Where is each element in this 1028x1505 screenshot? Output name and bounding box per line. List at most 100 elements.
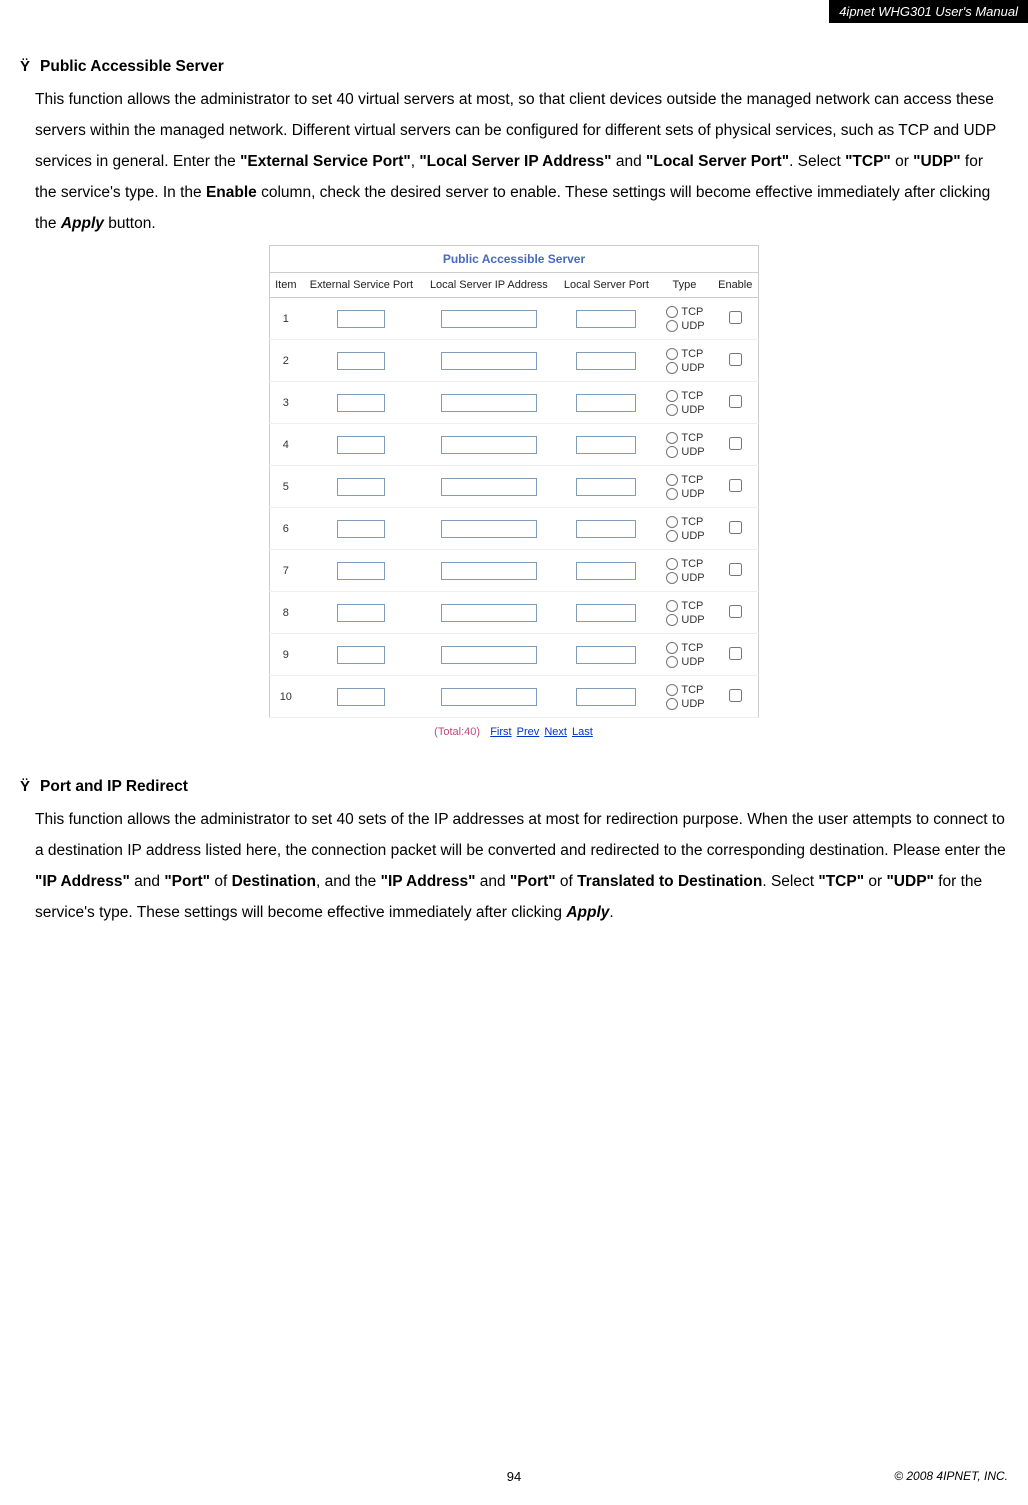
pager: (Total:40) First Prev Next Last [269,726,759,738]
enable-checkbox[interactable] [729,311,742,324]
tcp-option[interactable]: TCP [666,390,703,402]
local-port-input[interactable] [576,646,636,664]
external-port-input[interactable] [337,436,385,454]
local-ip-input[interactable] [441,562,537,580]
udp-radio[interactable] [666,656,678,668]
external-port-input[interactable] [337,646,385,664]
enable-checkbox[interactable] [729,689,742,702]
tcp-radio[interactable] [666,642,678,654]
section1-paragraph: This function allows the administrator t… [35,84,1008,239]
enable-checkbox[interactable] [729,353,742,366]
tcp-radio[interactable] [666,684,678,696]
tcp-option[interactable]: TCP [666,684,703,696]
udp-option[interactable]: UDP [666,572,704,584]
tcp-radio[interactable] [666,600,678,612]
tcp-option[interactable]: TCP [666,516,703,528]
enable-checkbox[interactable] [729,521,742,534]
udp-option[interactable]: UDP [666,614,704,626]
local-ip-input[interactable] [441,520,537,538]
local-port-input[interactable] [576,436,636,454]
tcp-radio[interactable] [666,306,678,318]
udp-option[interactable]: UDP [666,530,704,542]
local-port-input[interactable] [576,604,636,622]
text-bold: "TCP" [818,873,864,890]
external-port-input[interactable] [337,478,385,496]
external-port-input[interactable] [337,352,385,370]
udp-option[interactable]: UDP [666,404,704,416]
enable-checkbox[interactable] [729,437,742,450]
udp-radio[interactable] [666,572,678,584]
external-port-input[interactable] [337,562,385,580]
external-port-input[interactable] [337,520,385,538]
tcp-option[interactable]: TCP [666,558,703,570]
enable-checkbox[interactable] [729,479,742,492]
pager-first-link[interactable]: First [490,726,511,738]
udp-radio[interactable] [666,404,678,416]
udp-radio[interactable] [666,362,678,374]
tcp-option[interactable]: TCP [666,348,703,360]
local-ip-input[interactable] [441,688,537,706]
udp-option[interactable]: UDP [666,362,704,374]
pager-last-link[interactable]: Last [572,726,593,738]
text: This function allows the administrator t… [35,811,1006,859]
tcp-option[interactable]: TCP [666,642,703,654]
local-port-input[interactable] [576,688,636,706]
external-port-input[interactable] [337,688,385,706]
udp-radio[interactable] [666,488,678,500]
tcp-radio[interactable] [666,432,678,444]
tcp-radio[interactable] [666,516,678,528]
pager-prev-link[interactable]: Prev [517,726,540,738]
local-ip-input[interactable] [441,646,537,664]
tcp-option[interactable]: TCP [666,600,703,612]
udp-label: UDP [681,488,704,500]
external-port-input[interactable] [337,604,385,622]
local-ip-input[interactable] [441,394,537,412]
udp-option[interactable]: UDP [666,320,704,332]
enable-checkbox[interactable] [729,605,742,618]
udp-option[interactable]: UDP [666,656,704,668]
th-item: Item [270,273,302,298]
tcp-radio[interactable] [666,390,678,402]
tcp-radio[interactable] [666,348,678,360]
section2-heading: Port and IP Redirect [40,778,188,796]
table-row: 2TCPUDP [270,340,759,382]
table-row: 7TCPUDP [270,550,759,592]
udp-radio[interactable] [666,614,678,626]
tcp-option[interactable]: TCP [666,432,703,444]
udp-label: UDP [681,362,704,374]
tcp-radio[interactable] [666,558,678,570]
tcp-radio[interactable] [666,474,678,486]
local-port-input[interactable] [576,520,636,538]
external-port-input[interactable] [337,310,385,328]
ui-caption: Public Accessible Server [269,245,759,273]
udp-option[interactable]: UDP [666,488,704,500]
local-ip-input[interactable] [441,310,537,328]
local-port-input[interactable] [576,394,636,412]
local-port-input[interactable] [576,562,636,580]
tcp-option[interactable]: TCP [666,306,703,318]
enable-checkbox[interactable] [729,647,742,660]
local-ip-input[interactable] [441,604,537,622]
udp-radio[interactable] [666,530,678,542]
local-port-input[interactable] [576,478,636,496]
local-port-input[interactable] [576,310,636,328]
udp-option[interactable]: UDP [666,698,704,710]
local-ip-input[interactable] [441,478,537,496]
udp-radio[interactable] [666,698,678,710]
tcp-label: TCP [681,390,703,402]
udp-radio[interactable] [666,446,678,458]
udp-radio[interactable] [666,320,678,332]
table-row: 3TCPUDP [270,382,759,424]
enable-checkbox[interactable] [729,395,742,408]
tcp-option[interactable]: TCP [666,474,703,486]
enable-checkbox[interactable] [729,563,742,576]
text: . Select [789,153,845,170]
external-port-input[interactable] [337,394,385,412]
local-port-input[interactable] [576,352,636,370]
udp-option[interactable]: UDP [666,446,704,458]
local-ip-input[interactable] [441,436,537,454]
pager-next-link[interactable]: Next [544,726,567,738]
section2-paragraph: This function allows the administrator t… [35,804,1008,928]
text-bold-italic: Apply [566,904,609,921]
local-ip-input[interactable] [441,352,537,370]
